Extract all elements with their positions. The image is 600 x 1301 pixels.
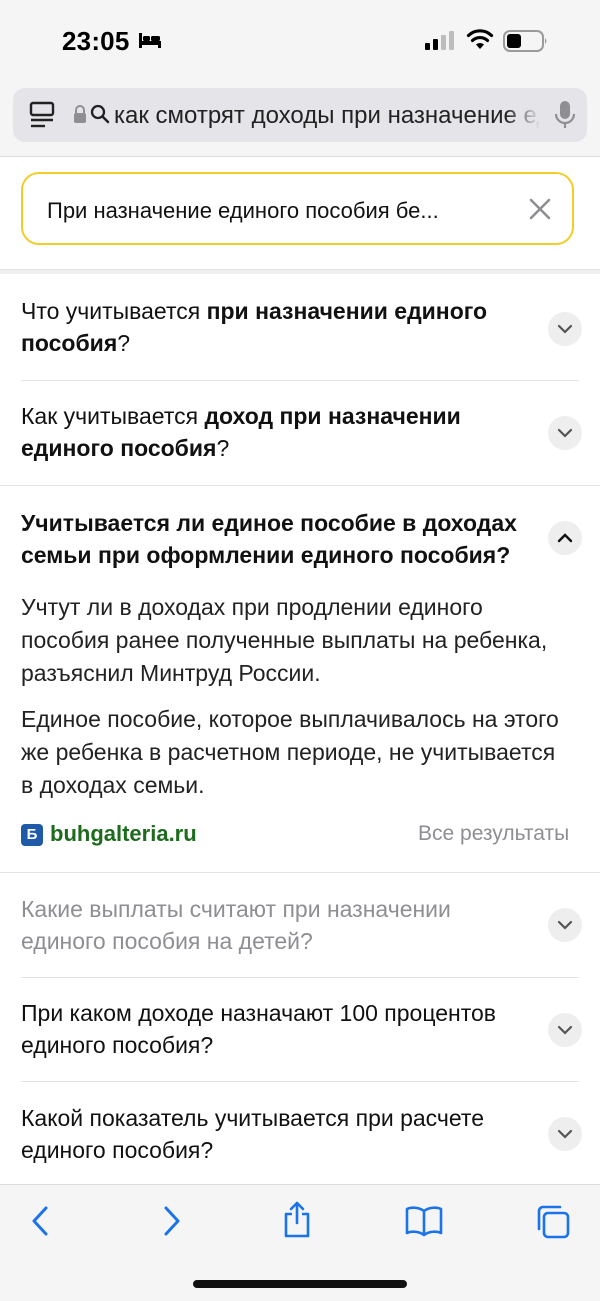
chevron-down-icon[interactable] xyxy=(548,908,582,942)
address-text[interactable]: как смотрят доходы при назначение единог… xyxy=(114,102,540,130)
faq-item-2[interactable]: Как учитывается доход при назначении еди… xyxy=(21,400,582,470)
mic-icon[interactable] xyxy=(554,100,576,135)
chevron-down-icon[interactable] xyxy=(548,416,582,450)
address-bar[interactable]: как смотрят доходы при назначение единог… xyxy=(13,88,587,142)
chevron-down-icon[interactable] xyxy=(548,312,582,346)
faq-item-3[interactable]: Какие выплаты считают при назначении еди… xyxy=(21,893,582,963)
chevron-down-icon[interactable] xyxy=(548,1117,582,1151)
all-results-link[interactable]: Все результаты xyxy=(418,822,569,846)
faq-question[interactable]: Как учитывается доход при назначении еди… xyxy=(21,400,531,464)
faq-item-1[interactable]: Что учитывается при назначении единого п… xyxy=(21,295,582,365)
faq-question[interactable]: При каком доходе назначают 100 процентов… xyxy=(21,997,531,1061)
signal-icon xyxy=(425,30,457,55)
wifi-icon xyxy=(466,28,494,55)
answer-paragraph-2: Единое пособие, которое выплачивалось на… xyxy=(21,706,559,798)
search-query[interactable]: При назначение единого пособия бе... xyxy=(47,198,512,224)
divider xyxy=(0,485,600,486)
divider xyxy=(21,380,579,381)
divider xyxy=(21,977,579,978)
chevron-down-icon[interactable] xyxy=(548,1013,582,1047)
reader-icon[interactable] xyxy=(29,101,55,134)
chevron-up-icon[interactable] xyxy=(548,521,582,555)
divider xyxy=(21,1081,579,1082)
search-icon xyxy=(90,104,110,129)
faq-question[interactable]: Какой показатель учитывается при расчете… xyxy=(21,1102,531,1166)
faq-expanded-question[interactable]: Учитывается ли единое пособие в доходах … xyxy=(21,507,541,571)
bookmarks-icon[interactable] xyxy=(405,1205,443,1242)
faq-item-4[interactable]: При каком доходе назначают 100 процентов… xyxy=(21,997,582,1067)
answer-paragraph-1: Учтут ли в доходах при продлении единого… xyxy=(21,594,548,686)
faq-item-5[interactable]: Какой показатель учитывается при расчете… xyxy=(21,1102,582,1172)
forward-icon[interactable] xyxy=(158,1203,184,1244)
divider xyxy=(0,872,600,873)
browser-top-bar: как смотрят доходы при назначение единог… xyxy=(0,80,600,157)
status-bar: 23:05 xyxy=(0,0,600,80)
battery-icon xyxy=(503,30,549,57)
tabs-icon[interactable] xyxy=(535,1205,571,1244)
back-icon[interactable] xyxy=(28,1203,54,1244)
source-logo: Б xyxy=(21,824,43,846)
close-icon[interactable] xyxy=(529,198,551,225)
bed-icon xyxy=(138,31,162,54)
faq-question[interactable]: Какие выплаты считают при назначении еди… xyxy=(21,893,531,957)
share-icon[interactable] xyxy=(282,1199,312,1244)
source-link[interactable]: buhgalteria.ru xyxy=(50,821,197,847)
lock-icon xyxy=(73,104,87,129)
search-field[interactable]: При назначение единого пособия бе... xyxy=(21,172,574,245)
status-time: 23:05 xyxy=(62,26,130,56)
section-divider xyxy=(0,269,600,274)
home-indicator[interactable] xyxy=(193,1280,407,1288)
faq-question[interactable]: Что учитывается при назначении единого п… xyxy=(21,295,531,359)
